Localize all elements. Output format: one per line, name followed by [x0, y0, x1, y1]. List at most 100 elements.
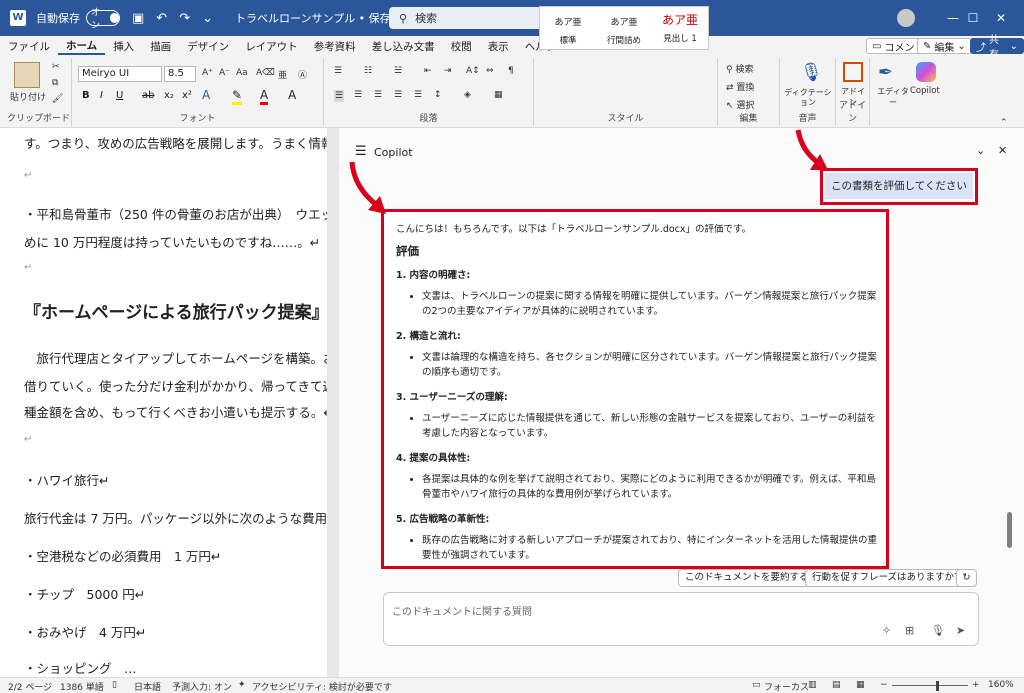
character-shading-icon[interactable]: A — [288, 88, 296, 102]
phonetic-guide-icon[interactable]: 亜 — [278, 68, 287, 81]
word-count[interactable]: 1386 単語 — [60, 680, 104, 693]
align-right-icon[interactable]: ☰ — [374, 90, 382, 100]
paste-icon[interactable] — [14, 62, 40, 88]
editing-mode-button[interactable]: ✎ 編集 ⌄ — [917, 38, 972, 54]
font-name-select[interactable]: Meiryo UI — [78, 66, 162, 82]
refresh-icon[interactable]: ↻ — [956, 569, 977, 587]
tab-insert[interactable]: 挿入 — [105, 39, 142, 54]
shading-icon[interactable]: ◈ — [464, 90, 471, 100]
chevron-down-icon[interactable]: ⌄ — [976, 144, 985, 157]
style-normal[interactable]: あア亜 標準 — [540, 7, 596, 49]
underline-icon[interactable]: U — [116, 90, 123, 101]
attach-icon[interactable]: ⊞ — [905, 624, 914, 637]
grow-font-icon[interactable]: A⁺ — [202, 68, 213, 78]
align-center-icon[interactable]: ☰ — [354, 90, 362, 100]
microphone-icon[interactable]: 🎙 — [931, 624, 945, 637]
copy-icon[interactable]: ⧉ — [52, 78, 58, 88]
zoom-slider[interactable] — [892, 685, 968, 686]
bullets-icon[interactable]: ☰ — [334, 66, 342, 76]
format-painter-icon[interactable]: 🖌 — [52, 94, 63, 104]
tab-view[interactable]: 表示 — [480, 39, 517, 54]
shrink-font-icon[interactable]: A⁻ — [219, 68, 230, 78]
bold-icon[interactable]: B — [82, 90, 90, 101]
proofing-icon[interactable]: ▯ — [112, 680, 117, 690]
document-title[interactable]: トラベルローンサンプル • 保存済み — [235, 10, 413, 26]
web-layout-icon[interactable]: ▦ — [856, 680, 865, 690]
collapse-ribbon-icon[interactable]: ⌃ — [1000, 118, 1008, 128]
find-button[interactable]: ⚲ 検索 — [726, 62, 753, 75]
change-case-icon[interactable]: Aa — [236, 68, 248, 78]
undo-icon[interactable]: ↶ — [156, 11, 167, 26]
distributed-icon[interactable]: ☰ — [414, 90, 422, 100]
copilot-icon[interactable] — [916, 62, 936, 82]
addins-icon[interactable] — [843, 62, 863, 82]
zoom-out-icon[interactable]: − — [880, 680, 888, 690]
align-left-icon[interactable]: ☰ — [334, 90, 345, 102]
tab-home[interactable]: ホーム — [58, 38, 106, 55]
zoom-slider-thumb[interactable] — [936, 681, 939, 691]
highlight-icon[interactable]: ✎ — [232, 88, 243, 105]
select-button[interactable]: ↖ 選択 — [726, 98, 754, 111]
multilevel-list-icon[interactable]: ☱ — [394, 66, 402, 76]
clear-format-icon[interactable]: A⌫ — [256, 68, 275, 78]
autosave-toggle[interactable]: オン — [86, 8, 120, 31]
tab-draw[interactable]: 描画 — [142, 39, 179, 54]
editor-icon[interactable]: ✒ — [878, 62, 893, 83]
suggestion-summarize[interactable]: このドキュメントを要約する — [678, 569, 816, 587]
subscript-icon[interactable]: x₂ — [164, 90, 174, 101]
font-color-icon[interactable]: A — [260, 88, 269, 105]
hamburger-menu-icon[interactable]: ☰ — [355, 144, 367, 159]
line-spacing-icon[interactable]: ↕ — [434, 90, 442, 100]
replace-button[interactable]: ⇄ 置換 — [726, 80, 754, 93]
microphone-icon[interactable]: 🎙 — [800, 62, 823, 83]
pane-divider[interactable] — [327, 128, 339, 677]
send-icon[interactable]: ➤ — [956, 624, 965, 637]
save-icon[interactable]: ▣ — [132, 11, 144, 26]
tab-file[interactable]: ファイル — [0, 39, 58, 54]
share-button[interactable]: ⤴共有⌄ — [970, 35, 1024, 61]
sparkle-prompt-icon[interactable]: ✧ — [882, 624, 891, 637]
suggestion-call-to-action[interactable]: 行動を促すフレーズはありますか? — [805, 569, 967, 587]
superscript-icon[interactable]: x² — [182, 90, 192, 101]
dictate-button[interactable]: ディクテーション — [784, 88, 832, 108]
ime-status[interactable]: 予測入力: オン — [172, 680, 232, 693]
zoom-in-icon[interactable]: + — [972, 680, 980, 690]
tab-mailings[interactable]: 差し込み文書 — [364, 39, 443, 54]
avatar[interactable] — [897, 9, 915, 27]
style-no-spacing[interactable]: あア亜 行間詰め — [596, 7, 652, 49]
numbering-icon[interactable]: ☷ — [364, 66, 372, 76]
print-layout-icon[interactable]: ▤ — [832, 680, 841, 690]
tab-review[interactable]: 校閲 — [443, 39, 480, 54]
close-pane-icon[interactable]: ✕ — [998, 144, 1007, 157]
decrease-indent-icon[interactable]: ⇤ — [424, 66, 432, 76]
asian-layout-icon[interactable]: ⇔ — [486, 66, 494, 76]
justify-icon[interactable]: ☰ — [394, 90, 402, 100]
strikethrough-icon[interactable]: ab — [142, 90, 154, 101]
customize-qat-icon[interactable]: ⌄ — [202, 11, 213, 26]
tab-references[interactable]: 参考資料 — [306, 39, 364, 54]
redo-icon[interactable]: ↷ — [179, 11, 190, 26]
show-marks-icon[interactable]: ¶ — [508, 66, 514, 76]
copilot-scrollbar[interactable] — [1007, 512, 1012, 548]
enclose-character-icon[interactable]: Ⓐ — [298, 68, 307, 81]
text-effects-icon[interactable]: A — [202, 88, 210, 102]
zoom-level[interactable]: 160% — [988, 680, 1014, 690]
editor-button[interactable]: エディター — [876, 86, 910, 108]
read-mode-icon[interactable]: ▥ — [808, 680, 817, 690]
borders-icon[interactable]: ▦ — [494, 90, 503, 100]
cut-icon[interactable]: ✂ — [52, 62, 60, 72]
tab-design[interactable]: デザイン — [179, 39, 237, 54]
paste-button[interactable]: 貼り付け — [10, 90, 46, 103]
focus-mode[interactable]: フォーカス — [764, 680, 809, 693]
document-pane[interactable]: す。つまり、攻めの広告戦略を展開します。うまく情報を提示す ↵ ・平和島骨董市（… — [0, 128, 327, 677]
sort-icon[interactable]: A↕ — [466, 66, 480, 76]
italic-icon[interactable]: I — [100, 90, 103, 101]
copilot-button[interactable]: Copilot — [910, 86, 940, 96]
increase-indent-icon[interactable]: ⇥ — [444, 66, 452, 76]
copilot-input[interactable]: このドキュメントに関する質問 — [383, 592, 979, 646]
style-heading-1[interactable]: あア亜 見出し 1 — [652, 7, 708, 49]
accessibility-status[interactable]: アクセシビリティ: 検討が必要です — [252, 680, 392, 693]
tab-layout[interactable]: レイアウト — [237, 39, 306, 54]
language[interactable]: 日本語 — [134, 680, 161, 693]
page-count[interactable]: 2/2 ページ — [8, 680, 52, 693]
